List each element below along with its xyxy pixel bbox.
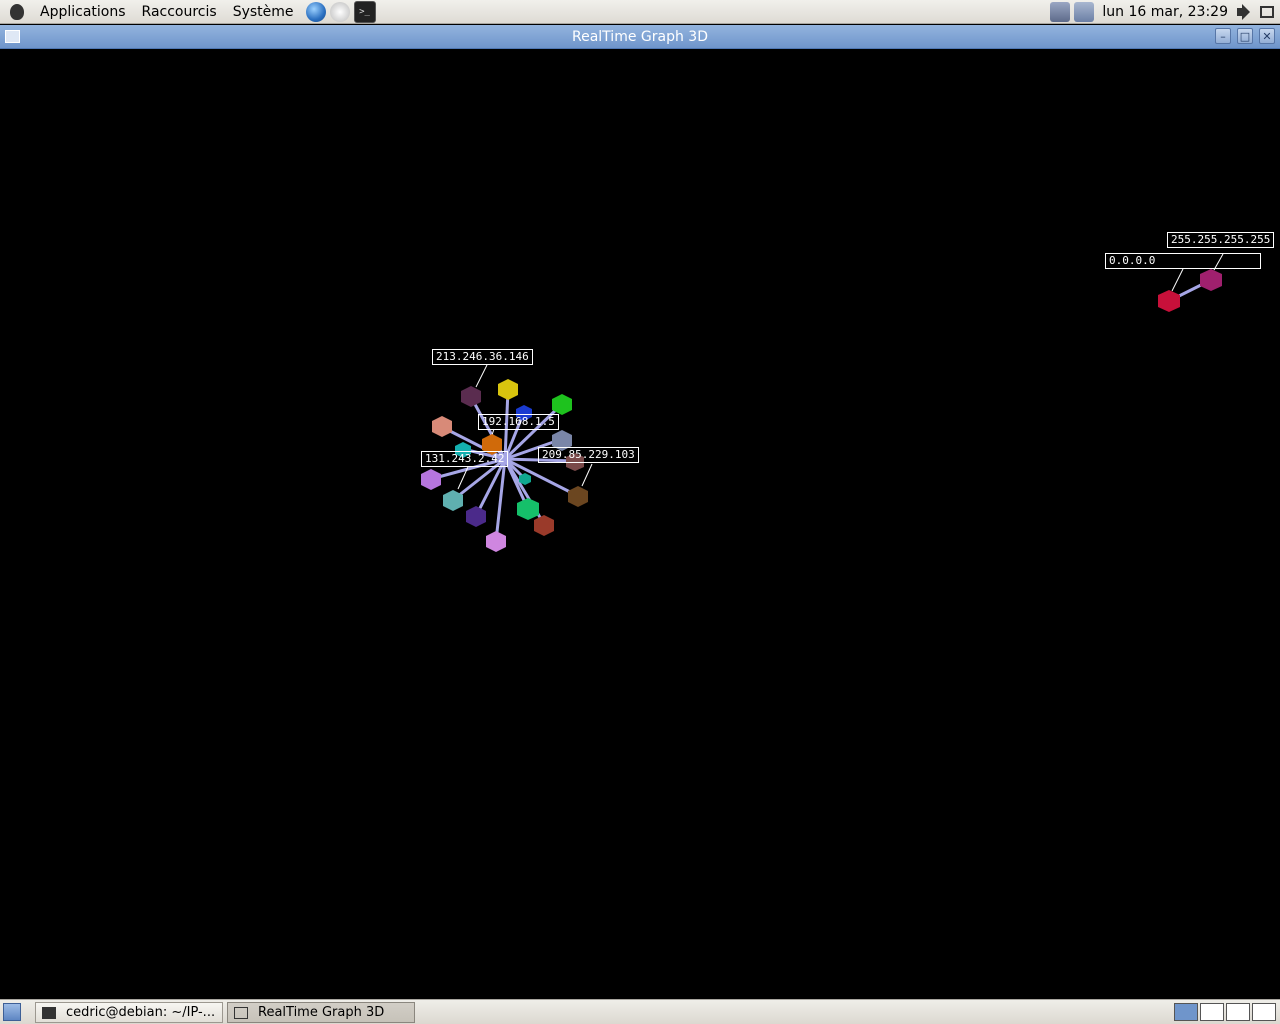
- window-title: RealTime Graph 3D: [572, 29, 708, 45]
- node: [1200, 269, 1222, 291]
- leader-line: [581, 463, 593, 487]
- maximize-button[interactable]: □: [1237, 28, 1253, 44]
- leader-line: [475, 364, 488, 388]
- node-label: 0.0.0.0: [1105, 253, 1261, 269]
- nodes: [421, 269, 1222, 552]
- node: [1158, 290, 1180, 312]
- workspace-1[interactable]: [1174, 1003, 1198, 1021]
- node: [461, 386, 481, 407]
- edges: [430, 278, 1212, 542]
- window-list-icon[interactable]: [1260, 6, 1274, 18]
- node: [486, 531, 506, 552]
- close-button[interactable]: ✕: [1259, 28, 1275, 44]
- workspace-2[interactable]: [1200, 1003, 1224, 1021]
- graph-canvas[interactable]: 213.246.36.146 192.168.1.5 131.243.2.42 …: [0, 49, 1280, 997]
- workspace-4[interactable]: [1252, 1003, 1276, 1021]
- system-tray: lun 16 mar, 23:29: [1048, 0, 1280, 24]
- task-label: RealTime Graph 3D: [258, 1005, 385, 1020]
- show-desktop-button[interactable]: [3, 1003, 21, 1021]
- network-status-icon[interactable]: [1050, 2, 1071, 22]
- node: [534, 515, 554, 536]
- volume-icon[interactable]: [1234, 2, 1254, 22]
- workspace-switcher: [1172, 1003, 1276, 1021]
- terminal-icon: [42, 1006, 56, 1019]
- node: [432, 416, 452, 437]
- terminal-icon[interactable]: >_: [353, 0, 376, 23]
- node: [498, 379, 518, 400]
- leader-line: [1171, 268, 1184, 292]
- node: [517, 498, 539, 520]
- node: [568, 486, 588, 507]
- window-titlebar[interactable]: RealTime Graph 3D – □ ✕: [0, 25, 1280, 49]
- top-panel: Applications Raccourcis Système >_ lun 1…: [0, 0, 1280, 24]
- node-label: 255.255.255.255: [1167, 232, 1275, 248]
- taskbar-item-graph[interactable]: RealTime Graph 3D: [227, 1002, 415, 1023]
- graph-svg: [421, 253, 1224, 552]
- menu-raccourcis[interactable]: Raccourcis: [134, 0, 225, 24]
- node: [466, 506, 486, 527]
- window-icon: [234, 1006, 248, 1019]
- node-label: 131.243.2.42: [421, 451, 509, 467]
- mail-icon[interactable]: [329, 1, 350, 22]
- taskbar-item-terminal[interactable]: cedric@debian: ~/IP-...: [35, 1002, 223, 1023]
- bottom-panel: cedric@debian: ~/IP-... RealTime Graph 3…: [0, 999, 1280, 1024]
- node: [421, 469, 441, 490]
- minimize-button[interactable]: –: [1215, 28, 1231, 44]
- gnome-foot-icon[interactable]: [6, 1, 28, 23]
- menu-applications[interactable]: Applications: [32, 0, 134, 24]
- node-label: 209.85.229.103: [538, 447, 639, 463]
- clock[interactable]: lun 16 mar, 23:29: [1096, 4, 1234, 20]
- node-label: 213.246.36.146: [432, 349, 533, 365]
- menu-systeme[interactable]: Système: [225, 0, 302, 24]
- network-manager-icon[interactable]: [1074, 2, 1095, 22]
- workspace-3[interactable]: [1226, 1003, 1250, 1021]
- web-browser-icon[interactable]: [305, 1, 326, 22]
- node-label: 192.168.1.5: [478, 414, 559, 430]
- task-label: cedric@debian: ~/IP-...: [66, 1005, 216, 1020]
